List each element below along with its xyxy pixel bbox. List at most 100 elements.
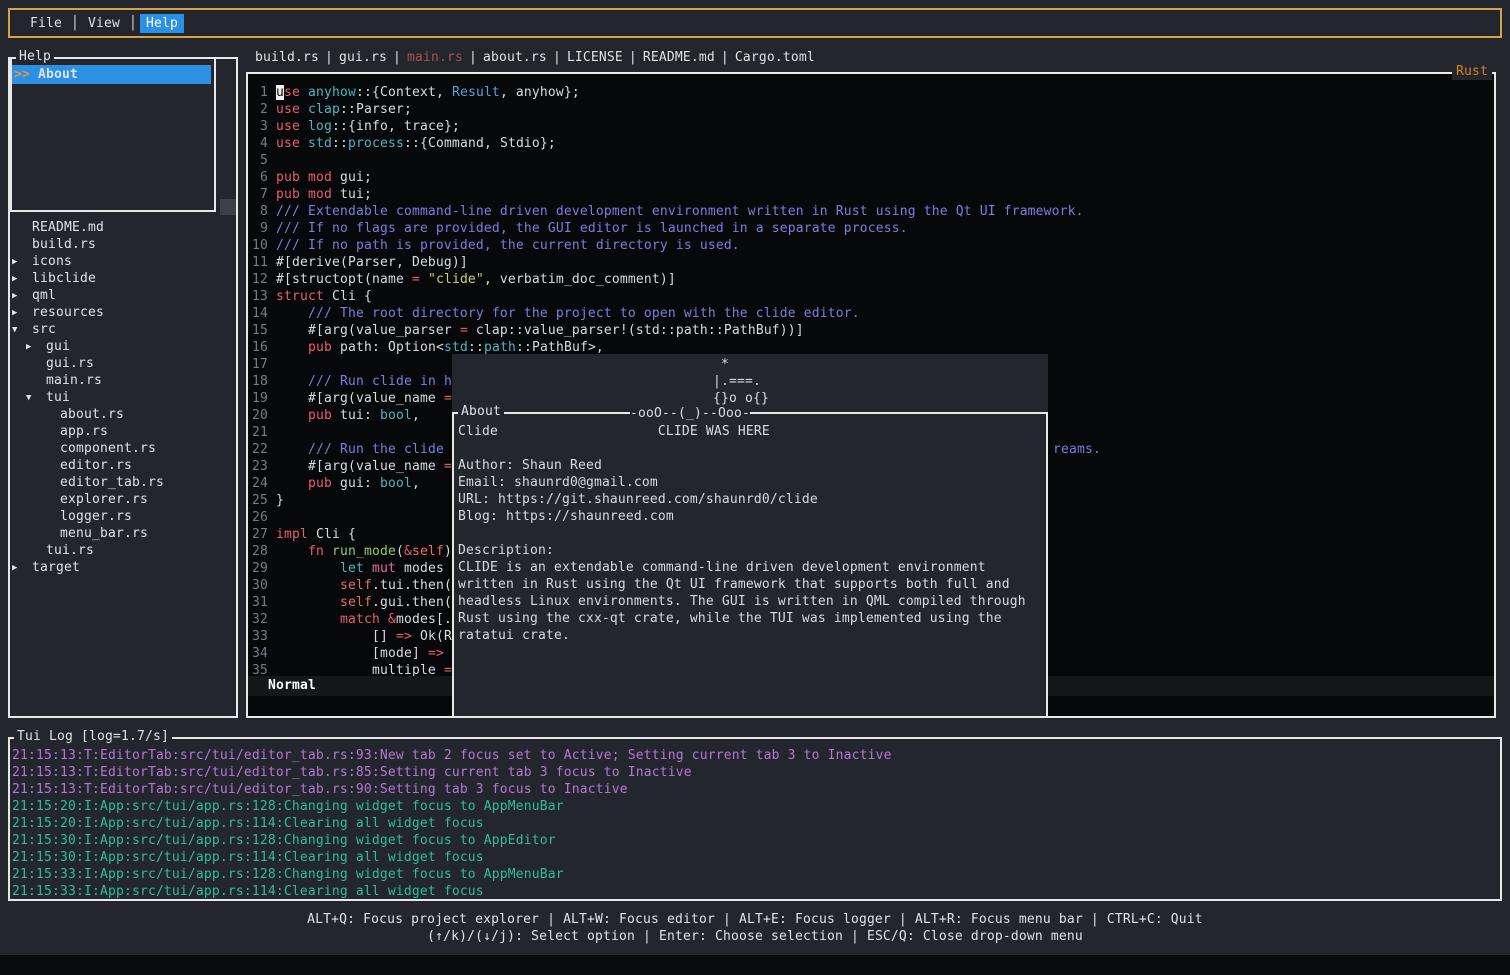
code-text: use log::{info, trace}; xyxy=(276,118,460,135)
code-text: let mut modes xyxy=(276,560,444,577)
tab-gui.rs[interactable]: gui.rs xyxy=(339,50,387,65)
code-line-10[interactable]: 10/// If no path is provided, the curren… xyxy=(248,237,1494,254)
ascii-art-feet: -ooO--(_)--Ooo- xyxy=(630,406,750,421)
line-number: 33 xyxy=(248,628,268,645)
explorer-item-label: tui.rs xyxy=(46,543,94,558)
line-number: 23 xyxy=(248,458,268,475)
line-number: 6 xyxy=(248,169,268,186)
log-entry: 21:15:20:I:App:src/tui/app.rs:128:Changi… xyxy=(12,798,564,815)
line-number: 4 xyxy=(248,135,268,152)
about-popup-row: CLIDE is an extendable command-line driv… xyxy=(458,559,986,576)
about-popup-art-area: * |.===. {}o o{} xyxy=(452,354,1048,412)
line-number: 16 xyxy=(248,339,268,356)
line-number: 30 xyxy=(248,577,268,594)
tab-README.md[interactable]: README.md xyxy=(643,50,715,65)
log-entry: 21:15:30:I:App:src/tui/app.rs:114:Cleari… xyxy=(12,849,484,866)
about-popup-row: headless Linux environments. The GUI is … xyxy=(458,593,1026,610)
explorer-item-editor.rs[interactable]: editor.rs xyxy=(10,457,236,474)
explorer-item-tui.rs[interactable]: tui.rs xyxy=(10,542,236,559)
code-line-14[interactable]: 14 /// The root directory for the projec… xyxy=(248,305,1494,322)
explorer-item-about.rs[interactable]: about.rs xyxy=(10,406,236,423)
code-line-4[interactable]: 4 use std::process::{Command, Stdio}; xyxy=(248,135,1494,152)
explorer-item-explorer.rs[interactable]: explorer.rs xyxy=(10,491,236,508)
code-text: match &modes[. xyxy=(276,611,452,628)
code-line-3[interactable]: 3use log::{info, trace}; xyxy=(248,118,1494,135)
code-text: #[arg(value_name = xyxy=(276,458,452,475)
about-popup-row: Clide CLIDE WAS HERE xyxy=(458,423,770,440)
code-line-11[interactable]: 11#[derive(Parser, Debug)] xyxy=(248,254,1494,271)
folder-collapsed-icon: ▶ xyxy=(26,339,32,356)
code-text: /// Run clide in h xyxy=(276,373,452,390)
line-number: 11 xyxy=(248,254,268,271)
code-text: #[arg(value_parser = clap::value_parser!… xyxy=(276,322,804,339)
explorer-item-component.rs[interactable]: component.rs xyxy=(10,440,236,457)
selection-chevron-icon: >> xyxy=(14,66,30,83)
line-number: 25 xyxy=(248,492,268,509)
code-text: /// If no flags are provided, the GUI ed… xyxy=(276,220,908,237)
explorer-item-tui[interactable]: ▼tui xyxy=(10,389,236,406)
code-text: } xyxy=(276,492,284,509)
explorer-item-label: qml xyxy=(32,288,56,303)
tui-log-panel[interactable]: Tui Log [log=1.7/s] 21:15:13:T:EditorTab… xyxy=(8,737,1502,901)
tab-separator: | xyxy=(629,50,637,65)
log-entry: 21:15:13:T:EditorTab:src/tui/editor_tab.… xyxy=(12,747,892,764)
explorer-item-qml[interactable]: ▶qml xyxy=(10,287,236,304)
language-badge: Rust xyxy=(1452,64,1492,80)
explorer-item-build.rs[interactable]: build.rs xyxy=(10,236,236,253)
explorer-item-main.rs[interactable]: main.rs xyxy=(10,372,236,389)
explorer-item-menu_bar.rs[interactable]: menu_bar.rs xyxy=(10,525,236,542)
menu-item-view[interactable]: View xyxy=(82,14,126,33)
folder-collapsed-icon: ▶ xyxy=(12,254,18,271)
tui-log-title: Tui Log [log=1.7/s] xyxy=(14,729,172,745)
code-text: use std::process::{Command, Stdio}; xyxy=(276,135,556,152)
tab-Cargo.toml[interactable]: Cargo.toml xyxy=(735,50,815,65)
code-line-9[interactable]: 9/// If no flags are provided, the GUI e… xyxy=(248,220,1494,237)
line-number: 34 xyxy=(248,645,268,662)
code-text: use anyhow::{Context, Result, anyhow}; xyxy=(276,84,580,101)
explorer-item-target[interactable]: ▶target xyxy=(10,559,236,576)
code-line-2[interactable]: 2use clap::Parser; xyxy=(248,101,1494,118)
explorer-item-README.md[interactable]: README.md xyxy=(10,219,236,236)
explorer-item-editor_tab.rs[interactable]: editor_tab.rs xyxy=(10,474,236,491)
explorer-item-app.rs[interactable]: app.rs xyxy=(10,423,236,440)
explorer-item-label: app.rs xyxy=(60,424,108,439)
folder-collapsed-icon: ▶ xyxy=(12,271,18,288)
tab-main.rs[interactable]: main.rs xyxy=(407,50,463,65)
explorer-item-src[interactable]: ▼src xyxy=(10,321,236,338)
explorer-item-resources[interactable]: ▶resources xyxy=(10,304,236,321)
explorer-scrollbar-thumb[interactable] xyxy=(220,199,236,215)
line-number: 8 xyxy=(248,203,268,220)
log-entry: 21:15:33:I:App:src/tui/app.rs:114:Cleari… xyxy=(12,883,484,900)
explorer-item-icons[interactable]: ▶icons xyxy=(10,253,236,270)
explorer-item-libclide[interactable]: ▶libclide xyxy=(10,270,236,287)
code-line-13[interactable]: 13struct Cli { xyxy=(248,288,1494,305)
code-text: /// Run the clide xyxy=(276,441,452,458)
menu-item-file[interactable]: File xyxy=(24,14,68,33)
dropdown-option-about[interactable]: >> About xyxy=(12,65,211,84)
tab-separator: | xyxy=(721,50,729,65)
tab-about.rs[interactable]: about.rs xyxy=(483,50,547,65)
line-number: 12 xyxy=(248,271,268,288)
tab-build.rs[interactable]: build.rs xyxy=(255,50,319,65)
tab-LICENSE[interactable]: LICENSE xyxy=(567,50,623,65)
ascii-art: * |.===. {}o o{} xyxy=(633,356,769,407)
code-line-6[interactable]: 6pub mod gui; xyxy=(248,169,1494,186)
line-number: 29 xyxy=(248,560,268,577)
code-line-8[interactable]: 8/// Extendable command-line driven deve… xyxy=(248,203,1494,220)
line-number: 1 xyxy=(248,84,268,101)
code-line-7[interactable]: 7pub mod tui; xyxy=(248,186,1494,203)
code-line-15[interactable]: 15 #[arg(value_parser = clap::value_pars… xyxy=(248,322,1494,339)
menu-item-help[interactable]: Help xyxy=(140,14,184,33)
code-line-12[interactable]: 12#[structopt(name = "clide", verbatim_d… xyxy=(248,271,1494,288)
line-number: 15 xyxy=(248,322,268,339)
code-text: pub tui: bool, xyxy=(276,407,420,424)
code-line-5[interactable]: 5 xyxy=(248,152,1494,169)
explorer-item-gui.rs[interactable]: gui.rs xyxy=(10,355,236,372)
line-number: 28 xyxy=(248,543,268,560)
explorer-item-gui[interactable]: ▶gui xyxy=(10,338,236,355)
explorer-item-label: gui.rs xyxy=(46,356,94,371)
code-line-1[interactable]: 1 use anyhow::{Context, Result, anyhow}; xyxy=(248,84,1494,101)
explorer-item-logger.rs[interactable]: logger.rs xyxy=(10,508,236,525)
explorer-item-label: build.rs xyxy=(32,237,96,252)
explorer-item-label: logger.rs xyxy=(60,509,132,524)
